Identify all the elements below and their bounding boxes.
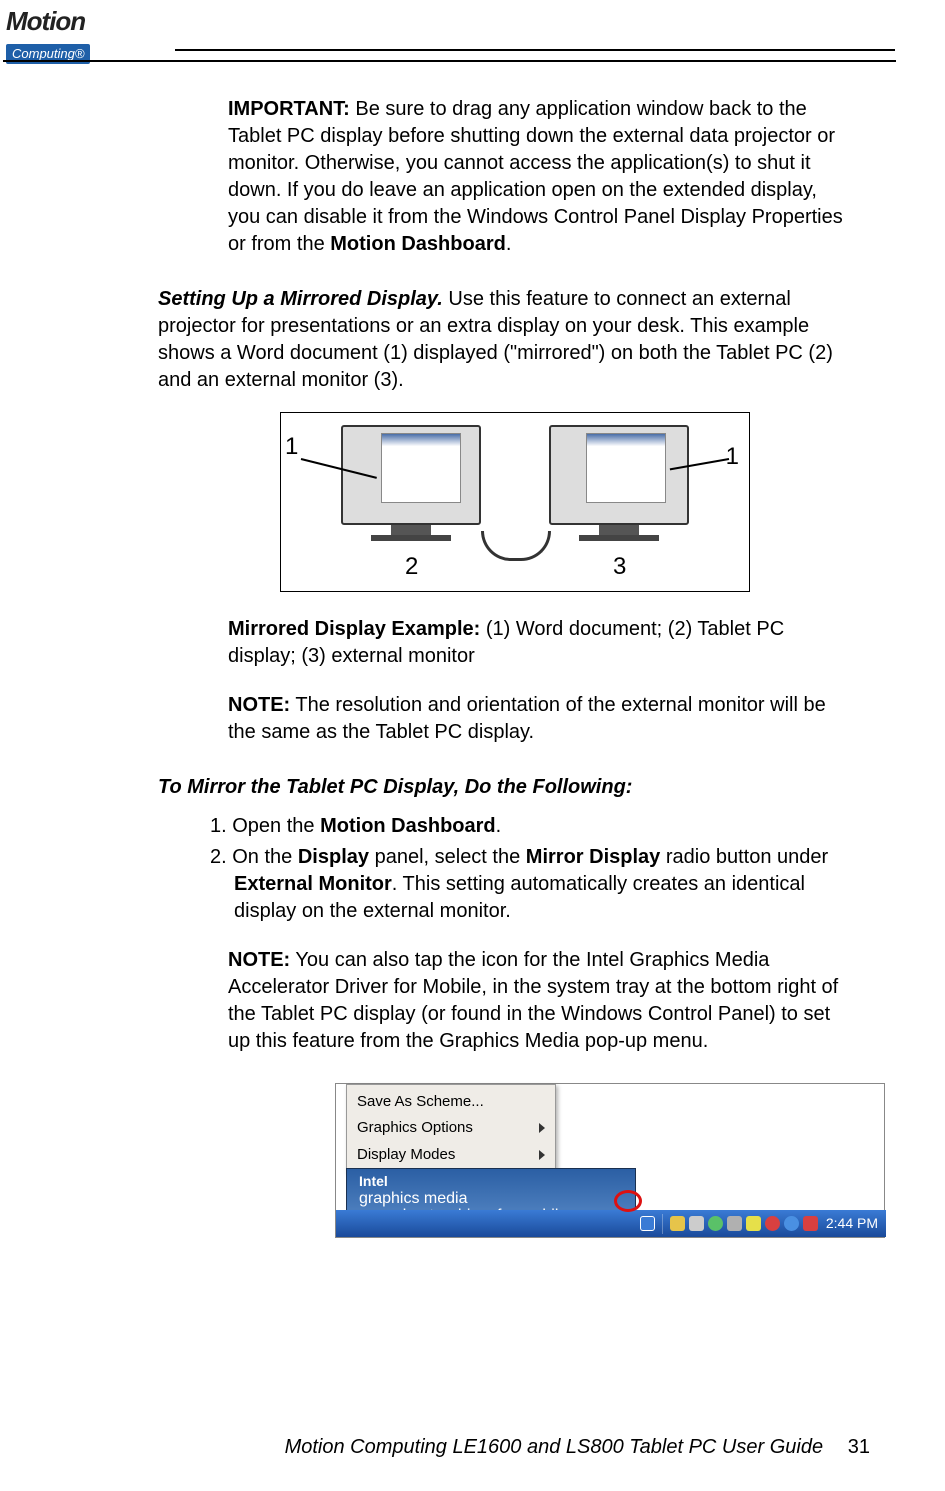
- page-footer: Motion Computing LE1600 and LS800 Tablet…: [0, 1434, 900, 1461]
- system-tray-figure: Save As Scheme... Graphics Options Displ…: [335, 1083, 885, 1238]
- note1-paragraph: NOTE: The resolution and orientation of …: [228, 692, 850, 746]
- page-number: 31: [848, 1436, 870, 1458]
- note2-paragraph: NOTE: You can also tap the icon for the …: [228, 947, 850, 1055]
- example-caption: Mirrored Display Example: (1) Word docum…: [228, 616, 850, 670]
- note1-label: NOTE:: [228, 694, 290, 716]
- tray-icon[interactable]: [784, 1216, 799, 1231]
- important-label: IMPORTANT:: [228, 98, 350, 120]
- page-content: IMPORTANT: Be sure to drag any applicati…: [0, 96, 900, 1238]
- step1-b: Motion Dashboard: [320, 815, 496, 837]
- step2-f: External Monitor: [234, 873, 392, 895]
- footer-title: Motion Computing LE1600 and LS800 Tablet…: [285, 1436, 824, 1458]
- important-dot: .: [506, 233, 512, 255]
- mirror-intro-paragraph: Setting Up a Mirrored Display. Use this …: [158, 286, 860, 394]
- step2-c: panel, select the: [369, 846, 526, 868]
- tray-icon[interactable]: [803, 1216, 818, 1231]
- note1-text: The resolution and orientation of the ex…: [228, 694, 826, 743]
- important-text: Be sure to drag any application window b…: [228, 98, 843, 255]
- fig-label-3: 3: [613, 551, 626, 583]
- brand-logo: Motion Computing®: [6, 4, 176, 46]
- fig-label-1b: 1: [726, 441, 739, 473]
- steps-heading: To Mirror the Tablet PC Display, Do the …: [158, 774, 860, 801]
- header-rule-2: [3, 60, 896, 62]
- header-rule-1: [175, 49, 895, 51]
- step1-num: 1.: [210, 815, 232, 837]
- submenu-arrow-icon: [539, 1150, 545, 1160]
- tooltip-intel: Intel: [359, 1172, 623, 1191]
- step-2: 2. On the Display panel, select the Mirr…: [210, 844, 855, 925]
- tray-icon[interactable]: [708, 1216, 723, 1231]
- intel-graphics-tray-icon[interactable]: [640, 1216, 655, 1231]
- important-bold-end: Motion Dashboard: [330, 233, 506, 255]
- tooltip-line1: graphics media: [359, 1190, 468, 1207]
- step-1: 1. Open the Motion Dashboard.: [210, 813, 855, 840]
- submenu-arrow-icon: [539, 1123, 545, 1133]
- step2-num: 2.: [210, 846, 232, 868]
- step2-d: Mirror Display: [526, 846, 660, 868]
- mirror-intro-heading: Setting Up a Mirrored Display.: [158, 288, 443, 310]
- mirrored-display-figure: 1 2 3 1: [280, 412, 750, 592]
- step2-b: Display: [298, 846, 369, 868]
- note2-text: You can also tap the icon for the Intel …: [228, 949, 838, 1052]
- taskbar-clock: 2:44 PM: [822, 1214, 880, 1233]
- fig-label-2: 2: [405, 551, 418, 583]
- fig-label-1: 1: [285, 431, 298, 463]
- step1-c: .: [496, 815, 502, 837]
- logo-name: Motion: [6, 4, 176, 39]
- system-tray: 2:44 PM: [336, 1210, 886, 1237]
- menu-item-display-modes[interactable]: Display Modes: [347, 1142, 555, 1168]
- context-menu: Save As Scheme... Graphics Options Displ…: [346, 1084, 556, 1173]
- example-label: Mirrored Display Example:: [228, 618, 480, 640]
- menu-item-graphics-options[interactable]: Graphics Options: [347, 1115, 555, 1141]
- step2-a: On the: [232, 846, 298, 868]
- important-paragraph: IMPORTANT: Be sure to drag any applicati…: [228, 96, 850, 258]
- step2-e: radio button under: [660, 846, 828, 868]
- tray-icon[interactable]: [689, 1216, 704, 1231]
- tray-icon[interactable]: [727, 1216, 742, 1231]
- step1-a: Open the: [232, 815, 320, 837]
- tray-icon[interactable]: [670, 1216, 685, 1231]
- highlight-circle: [614, 1190, 642, 1212]
- menu-item-save-scheme[interactable]: Save As Scheme...: [347, 1089, 555, 1115]
- tray-icon[interactable]: [746, 1216, 761, 1231]
- tray-icon[interactable]: [765, 1216, 780, 1231]
- note2-label: NOTE:: [228, 949, 290, 971]
